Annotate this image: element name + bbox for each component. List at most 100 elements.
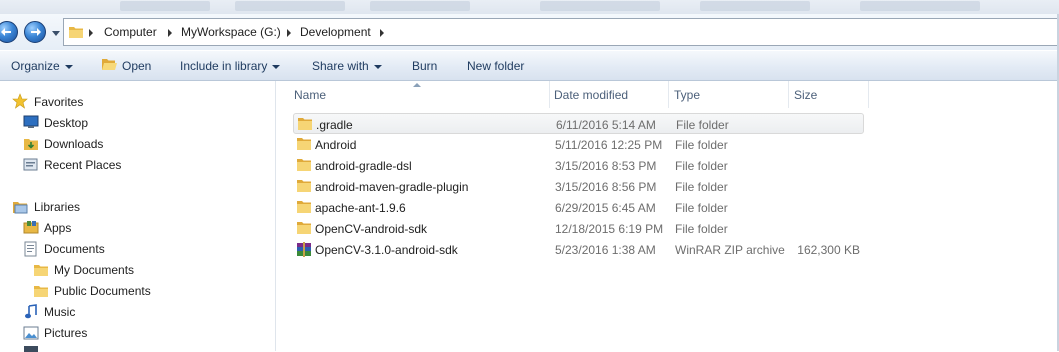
back-button[interactable]	[0, 21, 18, 43]
burn-button[interactable]: Burn	[412, 59, 437, 73]
column-header-size[interactable]: Size	[794, 88, 817, 102]
file-name: android-gradle-dsl	[315, 159, 412, 173]
sidebar-item-music[interactable]: Music	[44, 305, 75, 319]
file-row[interactable]: Android 5/11/2016 12:25 PM File folder	[293, 134, 864, 155]
back-arrow-icon	[1, 28, 11, 36]
column-header-name[interactable]: Name	[294, 88, 326, 102]
file-date-modified: 5/23/2016 1:38 AM	[555, 243, 656, 257]
file-type: File folder	[675, 138, 728, 152]
organize-button[interactable]: Organize	[11, 59, 73, 73]
file-row[interactable]: OpenCV-android-sdk 12/18/2015 6:19 PM Fi…	[293, 218, 864, 239]
open-folder-icon[interactable]	[101, 57, 118, 72]
breadcrumb-separator-icon[interactable]	[168, 29, 172, 37]
file-date-modified: 12/18/2015 6:19 PM	[555, 222, 664, 236]
breadcrumb-separator-icon[interactable]	[287, 29, 291, 37]
share-with-label: Share with	[312, 59, 369, 73]
file-list: Name Date modified Type Size .gradle 6/1…	[276, 81, 1059, 351]
libraries-icon	[13, 202, 28, 214]
column-header-date-modified[interactable]: Date modified	[554, 88, 628, 102]
new-folder-button[interactable]: New folder	[467, 59, 524, 73]
file-type: File folder	[676, 118, 729, 132]
file-type: File folder	[675, 159, 728, 173]
folder-icon	[297, 138, 311, 150]
file-type: File folder	[675, 222, 728, 236]
winrar-archive-icon	[297, 242, 311, 257]
file-date-modified: 3/15/2016 8:53 PM	[555, 159, 657, 173]
column-divider[interactable]	[668, 81, 669, 108]
column-divider[interactable]	[868, 81, 869, 108]
file-size: 162,300 KB	[797, 243, 860, 257]
desktop-icon	[23, 115, 39, 128]
sidebar-item-documents[interactable]: Documents	[44, 242, 105, 256]
file-date-modified: 6/11/2016 5:14 AM	[556, 118, 656, 132]
include-in-library-label: Include in library	[180, 59, 268, 73]
recent-places-icon	[23, 158, 38, 171]
folder-icon	[34, 286, 48, 297]
share-with-button[interactable]: Share with	[312, 59, 382, 73]
sidebar-item-public-documents[interactable]: Public Documents	[54, 284, 151, 298]
forward-button[interactable]	[24, 21, 46, 43]
include-in-library-button[interactable]: Include in library	[180, 59, 281, 73]
file-row[interactable]: android-maven-gradle-plugin 3/15/2016 8:…	[293, 176, 864, 197]
file-row[interactable]: android-gradle-dsl 3/15/2016 8:53 PM Fil…	[293, 155, 864, 176]
file-date-modified: 3/15/2016 8:56 PM	[555, 180, 657, 194]
breadcrumb-myworkspace[interactable]: MyWorkspace (G:)	[181, 25, 281, 39]
apps-library-icon	[23, 221, 39, 234]
sidebar-item-recent-places[interactable]: Recent Places	[44, 158, 121, 172]
forward-arrow-icon	[31, 28, 41, 36]
chevron-down-icon	[64, 64, 73, 69]
file-row[interactable]: .gradle 6/11/2016 5:14 AM File folder	[293, 113, 864, 134]
navigation-bar: Computer MyWorkspace (G:) Development	[0, 14, 1059, 50]
file-name: .gradle	[316, 118, 353, 132]
file-row[interactable]: apache-ant-1.9.6 6/29/2015 6:45 AM File …	[293, 197, 864, 218]
folder-icon	[69, 27, 83, 38]
column-header-type[interactable]: Type	[674, 88, 700, 102]
folder-icon	[34, 265, 48, 276]
folder-icon	[298, 118, 312, 130]
column-divider[interactable]	[549, 81, 550, 108]
sidebar-item-desktop[interactable]: Desktop	[44, 116, 88, 130]
favorites-header[interactable]: Favorites	[34, 95, 83, 109]
folder-icon	[297, 222, 311, 234]
file-type: File folder	[675, 201, 728, 215]
address-bar[interactable]: Computer MyWorkspace (G:) Development	[63, 18, 1059, 46]
downloads-icon	[24, 139, 38, 150]
libraries-header[interactable]: Libraries	[34, 200, 80, 214]
navigation-pane: Favorites Desktop Downloads Recent Place…	[0, 81, 275, 352]
file-name: OpenCV-3.1.0-android-sdk	[315, 243, 458, 257]
sidebar-item-downloads[interactable]: Downloads	[44, 137, 103, 151]
file-name: Android	[315, 138, 357, 152]
file-date-modified: 6/29/2015 6:45 AM	[555, 201, 656, 215]
breadcrumb-separator-icon[interactable]	[89, 29, 93, 37]
folder-icon	[297, 201, 311, 213]
file-type: WinRAR ZIP archive	[675, 243, 785, 257]
breadcrumb-development[interactable]: Development	[300, 25, 371, 39]
folder-icon	[297, 159, 311, 171]
folder-icon	[297, 180, 311, 192]
command-bar: Organize Open Include in library Share w…	[0, 50, 1059, 81]
file-date-modified: 5/11/2016 12:25 PM	[555, 138, 663, 152]
sidebar-item-pictures[interactable]: Pictures	[44, 326, 87, 340]
documents-library-icon	[24, 241, 37, 257]
breadcrumb-separator-icon[interactable]	[380, 29, 384, 37]
sidebar-item-apps[interactable]: Apps	[44, 221, 71, 235]
file-name: apache-ant-1.9.6	[315, 201, 406, 215]
background-window-strip	[0, 0, 1059, 14]
chevron-down-icon	[373, 64, 382, 69]
file-row[interactable]: OpenCV-3.1.0-android-sdk 5/23/2016 1:38 …	[293, 239, 864, 260]
organize-label: Organize	[11, 59, 60, 73]
pictures-icon	[23, 326, 39, 340]
sort-ascending-icon	[413, 83, 421, 87]
music-note-icon	[25, 304, 37, 319]
file-name: OpenCV-android-sdk	[315, 222, 428, 236]
file-type: File folder	[675, 180, 728, 194]
column-divider[interactable]	[788, 81, 789, 108]
videos-icon	[24, 346, 38, 352]
file-name: android-maven-gradle-plugin	[315, 180, 469, 194]
sidebar-item-my-documents[interactable]: My Documents	[54, 263, 134, 277]
star-icon	[12, 93, 28, 109]
recent-pages-dropdown-icon[interactable]	[51, 28, 61, 38]
chevron-down-icon	[272, 64, 281, 69]
open-button[interactable]: Open	[122, 59, 151, 73]
breadcrumb-computer[interactable]: Computer	[104, 25, 157, 39]
